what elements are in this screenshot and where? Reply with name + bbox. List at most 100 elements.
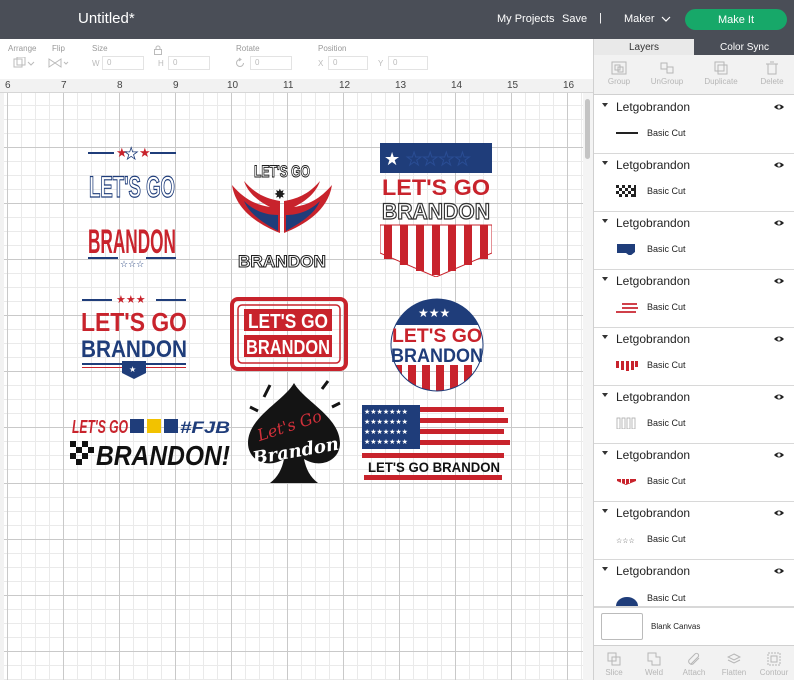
width-input[interactable]: 0: [102, 56, 144, 70]
layer-item[interactable]: Letgobrandon Basic Cut: [594, 560, 794, 607]
flatten-button[interactable]: Flatten: [714, 650, 754, 677]
duplicate-label: Duplicate: [704, 77, 738, 86]
weld-icon: [647, 652, 661, 666]
eye-icon[interactable]: [773, 393, 785, 401]
layer-item[interactable]: Letgobrandon Basic Cut: [594, 96, 794, 154]
y-input[interactable]: 0: [388, 56, 428, 70]
lets-go-brandon-stamp[interactable]: LET'S GO BRANDON: [230, 297, 348, 371]
expand-caret-icon[interactable]: [602, 219, 608, 223]
canvas-scrollbar[interactable]: [583, 93, 593, 680]
expand-caret-icon[interactable]: [602, 509, 608, 513]
ruler-number: 9: [173, 80, 179, 91]
eye-icon[interactable]: [773, 161, 785, 169]
lets-go-brandon-flag[interactable]: ★★★★★★★ ★★★★★★★ ★★★★★★★ ★★★★★★★ LET'S GO B…: [360, 405, 510, 485]
project-title[interactable]: Untitled*: [78, 10, 135, 27]
expand-caret-icon[interactable]: [602, 335, 608, 339]
lets-go-brandon-circle[interactable]: ★★★ LET'S GO BRANDON: [388, 297, 486, 393]
contour-label: Contour: [759, 668, 789, 677]
layer-item[interactable]: Letgobrandon Basic Cut: [594, 270, 794, 328]
expand-caret-icon[interactable]: [602, 277, 608, 281]
eye-icon[interactable]: [773, 277, 785, 285]
design-canvas[interactable]: ★ ★ ★ LET'S GO BRANDON ☆☆☆ LET'S GO ✸ BR…: [4, 93, 583, 680]
my-projects-link[interactable]: My Projects: [497, 13, 554, 25]
expand-caret-icon[interactable]: [602, 567, 608, 571]
ungroup-button[interactable]: UnGroup: [642, 59, 692, 86]
design-line: LET'S GO: [248, 311, 328, 333]
eye-icon[interactable]: [773, 509, 785, 517]
delete-button[interactable]: Delete: [747, 59, 794, 86]
trash-icon: [766, 61, 778, 75]
layers-panel: Layers Color Sync Group UnGroup Duplicat…: [593, 39, 794, 680]
panel-tabs: Layers Color Sync: [594, 39, 794, 55]
lets-go-brandon-stars-vertical[interactable]: ★ ★ ★ LET'S GO BRANDON ☆☆☆: [86, 145, 178, 271]
lock-icon[interactable]: [153, 45, 163, 55]
expand-caret-icon[interactable]: [602, 161, 608, 165]
height-input[interactable]: 0: [168, 56, 210, 70]
arrange-label: Arrange: [8, 44, 37, 53]
eye-icon[interactable]: [773, 567, 785, 575]
attach-button[interactable]: Attach: [674, 650, 714, 677]
svg-text:★: ★: [124, 145, 138, 163]
design-line: BRANDON: [246, 337, 330, 359]
scrollbar-thumb[interactable]: [585, 99, 590, 159]
svg-text:★★★★★★★: ★★★★★★★: [364, 428, 408, 436]
layer-operation: Basic Cut: [647, 593, 686, 603]
ruler-number: 7: [61, 80, 67, 91]
layer-operation: Basic Cut: [647, 128, 686, 138]
header-separator: |: [599, 12, 602, 24]
lets-go-brandon-wings[interactable]: LET'S GO ✸ BRANDON: [230, 155, 334, 273]
layer-item[interactable]: Letgobrandon ☆☆☆ Basic Cut: [594, 502, 794, 560]
blank-canvas-swatch[interactable]: [601, 613, 643, 640]
slice-icon: [607, 652, 621, 666]
machine-selector[interactable]: Maker: [624, 13, 671, 25]
flip-button[interactable]: [48, 56, 70, 70]
width-letter: W: [92, 58, 100, 68]
layer-name: Letgobrandon: [616, 448, 691, 462]
group-button[interactable]: Group: [594, 59, 644, 86]
weld-button[interactable]: Weld: [634, 650, 674, 677]
svg-text:★★★★★★★: ★★★★★★★: [364, 408, 408, 416]
attach-label: Attach: [682, 668, 706, 677]
layer-item[interactable]: Letgobrandon Basic Cut: [594, 212, 794, 270]
slice-button[interactable]: Slice: [594, 650, 634, 677]
lets-go-brandon-shield[interactable]: ★ ★★★★ LET'S GO BRANDON: [380, 143, 492, 277]
design-line: BRANDON: [391, 346, 483, 367]
make-it-button[interactable]: Make It: [685, 9, 787, 30]
duplicate-icon: [714, 61, 728, 75]
svg-text:★★★★★★★: ★★★★★★★: [364, 418, 408, 426]
contour-button[interactable]: Contour: [754, 650, 794, 677]
design-line: LET'S GO: [254, 162, 310, 181]
design-line: LET'S GO: [382, 175, 490, 200]
layer-item[interactable]: Letgobrandon Basic Cut: [594, 328, 794, 386]
size-label: Size: [92, 44, 108, 53]
blank-canvas-row[interactable]: Blank Canvas: [594, 607, 794, 645]
tab-layers[interactable]: Layers: [594, 39, 694, 55]
rotate-input[interactable]: 0: [250, 56, 292, 70]
svg-text:★: ★: [139, 146, 151, 161]
blank-canvas-label: Blank Canvas: [651, 622, 701, 631]
lets-go-brandon-banner[interactable]: ★★★ LET'S GO BRANDON ★: [78, 291, 190, 381]
expand-caret-icon[interactable]: [602, 103, 608, 107]
eye-icon[interactable]: [773, 219, 785, 227]
svg-text:★★★: ★★★: [116, 293, 146, 306]
arrange-button[interactable]: [13, 56, 35, 70]
checker-thumb: [616, 185, 636, 197]
x-input[interactable]: 0: [328, 56, 368, 70]
eye-icon[interactable]: [773, 335, 785, 343]
layer-item[interactable]: Letgobrandon Basic Cut: [594, 154, 794, 212]
eye-icon[interactable]: [773, 451, 785, 459]
save-link[interactable]: Save: [562, 13, 587, 25]
layer-name: Letgobrandon: [616, 274, 691, 288]
design-line: LET'S GO: [89, 171, 175, 204]
layer-item[interactable]: Letgobrandon Basic Cut: [594, 444, 794, 502]
layer-item[interactable]: Letgobrandon Basic Cut: [594, 386, 794, 444]
eye-icon[interactable]: [773, 103, 785, 111]
lets-go-brandon-racing[interactable]: LET'S GO #FJB BRANDON!: [68, 413, 234, 469]
lets-go-brandon-spade[interactable]: Let's Go Brandon: [244, 377, 344, 485]
text-thumb: [616, 132, 638, 134]
tab-color-sync[interactable]: Color Sync: [694, 39, 794, 55]
expand-caret-icon[interactable]: [602, 451, 608, 455]
duplicate-button[interactable]: Duplicate: [696, 59, 746, 86]
flip-icon: [48, 58, 69, 68]
expand-caret-icon[interactable]: [602, 393, 608, 397]
